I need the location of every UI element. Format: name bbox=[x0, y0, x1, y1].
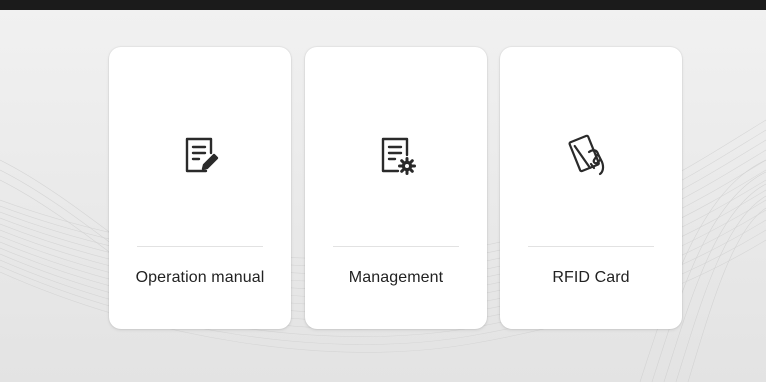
management-label: Management bbox=[348, 269, 444, 286]
operation-manual-label: Operation manual bbox=[135, 269, 265, 286]
hand-card-icon bbox=[568, 134, 605, 176]
rfid-card-card[interactable]: RFID Card bbox=[500, 47, 682, 329]
document-edit-icon bbox=[185, 137, 219, 173]
card-divider bbox=[333, 246, 459, 247]
card-divider bbox=[528, 246, 654, 247]
operation-manual-card[interactable]: Operation manual bbox=[109, 47, 291, 329]
management-card[interactable]: Management bbox=[305, 47, 487, 329]
rfid-card-label: RFID Card bbox=[552, 269, 630, 286]
document-settings-icon bbox=[381, 137, 416, 175]
card-divider bbox=[137, 246, 263, 247]
top-status-bar bbox=[0, 0, 766, 10]
main-screen: Operation manual Management RFID Card bbox=[0, 10, 766, 382]
